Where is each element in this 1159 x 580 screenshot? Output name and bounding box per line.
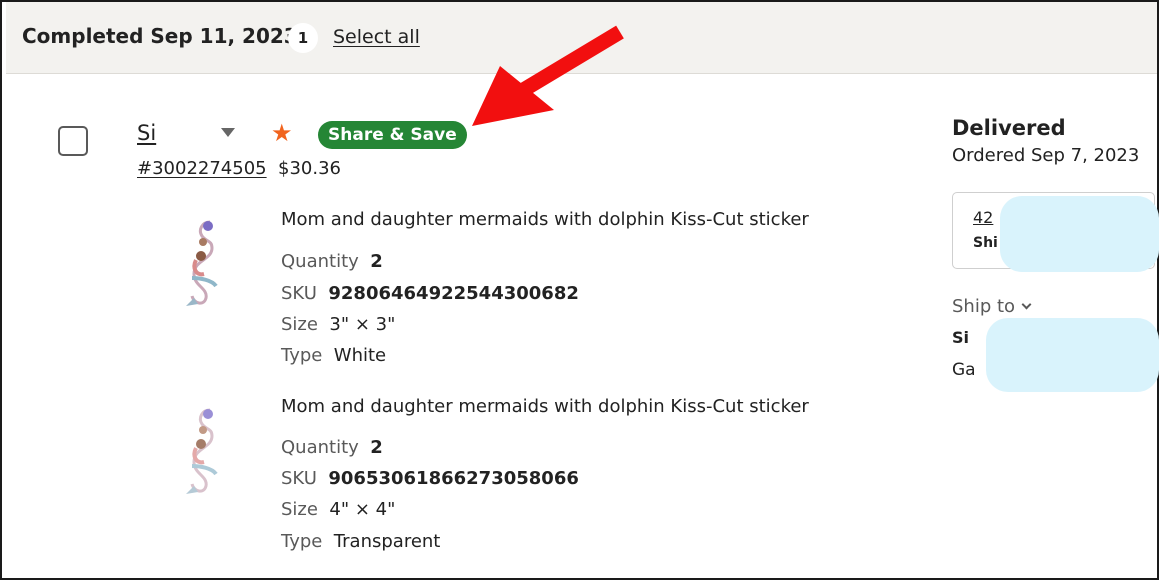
address-name: Si (952, 328, 970, 347)
size-label: Size (281, 314, 318, 335)
shipping-carrier: Shi (973, 235, 998, 251)
type-label: Type (281, 531, 323, 552)
type-label: Type (281, 345, 323, 366)
type-value: White (333, 345, 387, 366)
order-checkbox[interactable] (58, 126, 88, 156)
item-quantity: Quantity 2 (281, 251, 383, 272)
product-thumbnail[interactable] (172, 216, 236, 312)
item-sku: SKU 92806464922544300682 (281, 283, 579, 304)
order-number-link[interactable]: #3002274505 (137, 158, 267, 179)
star-icon: ★ (271, 119, 293, 147)
shop-name-link[interactable]: Si (137, 121, 156, 145)
chevron-down-icon (1021, 299, 1032, 310)
redaction-overlay (986, 318, 1159, 392)
quantity-value: 2 (370, 437, 383, 458)
quantity-label: Quantity (281, 437, 359, 458)
ship-to-toggle[interactable]: Ship to (952, 296, 1032, 317)
item-title[interactable]: Mom and daughter mermaids with dolphin K… (281, 209, 809, 230)
shop-name-redaction (158, 118, 212, 152)
quantity-value: 2 (370, 251, 383, 272)
sku-value: 90653061866273058066 (328, 468, 579, 489)
item-quantity: Quantity 2 (281, 437, 383, 458)
product-thumbnail[interactable] (172, 404, 236, 500)
item-type: Type White (281, 345, 386, 366)
quantity-label: Quantity (281, 251, 359, 272)
sku-label: SKU (281, 468, 317, 489)
item-type: Type Transparent (281, 531, 440, 552)
item-sku: SKU 90653061866273058066 (281, 468, 579, 489)
ordered-date: Ordered Sep 7, 2023 (952, 145, 1140, 166)
caret-down-icon[interactable] (221, 128, 235, 137)
item-title[interactable]: Mom and daughter mermaids with dolphin K… (281, 396, 809, 417)
order-total: $30.36 (278, 158, 341, 179)
group-title: Completed Sep 11, 2023 (22, 24, 298, 48)
type-value: Transparent (333, 531, 441, 552)
tracking-number-link[interactable]: 42 (973, 208, 993, 227)
item-size: Size 4" × 4" (281, 499, 395, 520)
red-arrow-annotation (472, 25, 624, 126)
size-value: 3" × 3" (329, 314, 396, 335)
size-value: 4" × 4" (329, 499, 396, 520)
ship-to-label: Ship to (952, 296, 1016, 317)
sku-value: 92806464922544300682 (328, 283, 579, 304)
address-line: Ga (952, 360, 976, 380)
item-size: Size 3" × 3" (281, 314, 395, 335)
delivery-status: Delivered (952, 116, 1066, 140)
redaction-overlay (1000, 196, 1159, 272)
share-save-badge: Share & Save (318, 121, 467, 149)
size-label: Size (281, 499, 318, 520)
sku-label: SKU (281, 283, 317, 304)
select-all-link[interactable]: Select all (333, 26, 420, 48)
order-count-badge: 1 (288, 23, 318, 53)
